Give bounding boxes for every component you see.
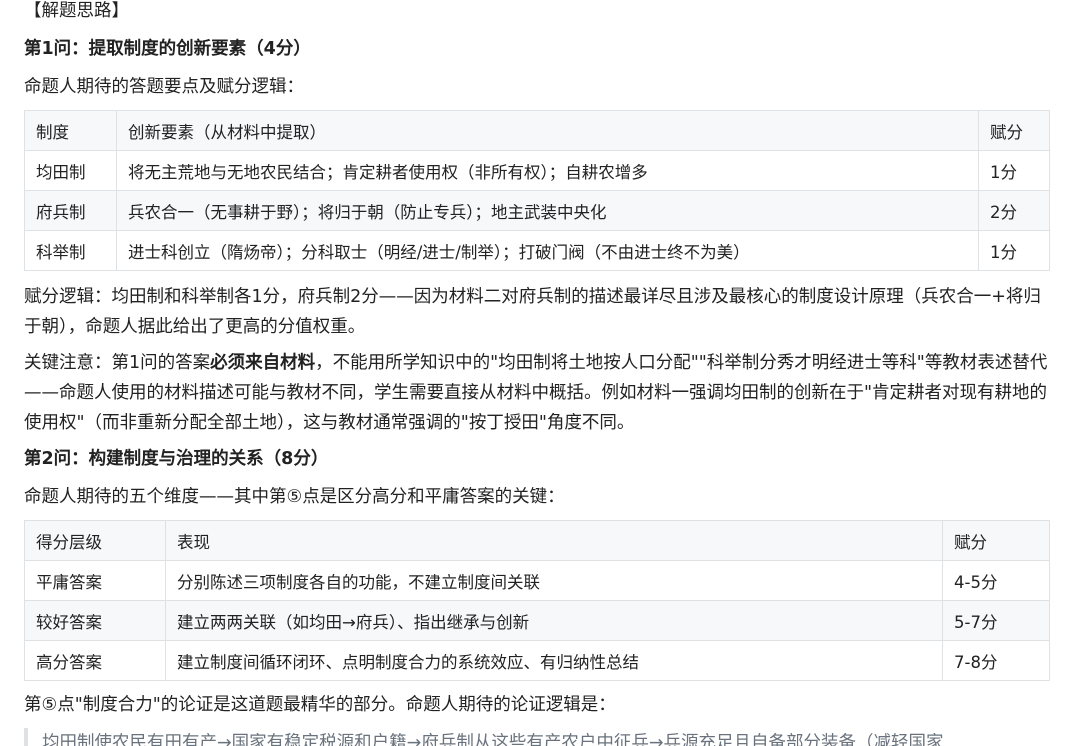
q2-cell: 4-5分 — [942, 560, 1050, 601]
q2-heading: 第2问：构建制度与治理的关系（8分） — [24, 449, 329, 469]
q2-table: 得分层级 表现 赋分 平庸答案 分别陈述三项制度各自的功能，不建立制度间关联 4… — [24, 520, 1050, 681]
q2-table-header-row: 得分层级 表现 赋分 — [24, 520, 1050, 561]
q1-cell: 2分 — [978, 190, 1050, 231]
q1-heading: 第1问：提取制度的创新要素（4分） — [24, 39, 311, 59]
q1-scoring-logic: 赋分逻辑：均田制和科举制各1分，府兵制2分——因为材料二对府兵制的描述最详尽且涉… — [24, 287, 1041, 337]
q2-cell: 平庸答案 — [24, 560, 166, 601]
q1-key-note-emphasis: 必须来自材料 — [210, 353, 316, 373]
q2-cell: 高分答案 — [24, 640, 166, 681]
document-page: 【解题思路】 第1问：提取制度的创新要素（4分） 命题人期待的答题要点及赋分逻辑… — [0, 0, 1080, 746]
q2-col-header: 表现 — [165, 520, 943, 561]
q1-table-header-row: 制度 创新要素（从材料中提取） 赋分 — [24, 110, 1050, 151]
q2-col-header: 得分层级 — [24, 520, 166, 561]
q1-key-note-before: 关键注意：第1问的答案 — [24, 353, 211, 373]
q2-cell: 7-8分 — [942, 640, 1050, 681]
q2-point5-intro: 第⑤点"制度合力"的论证是这道题最精华的部分。命题人期待的论证逻辑是： — [24, 695, 616, 715]
q2-cell: 较好答案 — [24, 600, 166, 641]
q1-cell: 将无主荒地与无地农民结合；肯定耕者使用权（非所有权）；自耕农增多 — [116, 150, 979, 191]
q2-cell: 分别陈述三项制度各自的功能，不建立制度间关联 — [165, 560, 943, 601]
q1-cell: 府兵制 — [24, 190, 117, 231]
q1-table: 制度 创新要素（从材料中提取） 赋分 均田制 将无主荒地与无地农民结合；肯定耕者… — [24, 110, 1050, 271]
q2-col-header: 赋分 — [942, 520, 1050, 561]
q2-cell: 5-7分 — [942, 600, 1050, 641]
table-row: 较好答案 建立两两关联（如均田→府兵）、指出继承与创新 5-7分 — [24, 600, 1050, 641]
table-row: 科举制 进士科创立（隋炀帝）；分科取士（明经/进士/制举）；打破门阀（不由进士终… — [24, 230, 1050, 271]
q2-intro: 命题人期待的五个维度——其中第⑤点是区分高分和平庸答案的关键： — [24, 487, 565, 507]
q1-cell: 进士科创立（隋炀帝）；分科取士（明经/进士/制举）；打破门阀（不由进士终不为美） — [116, 230, 979, 271]
q1-cell: 兵农合一（无事耕于野）；将归于朝（防止专兵）；地主武装中央化 — [116, 190, 979, 231]
section-title: 【解题思路】 — [24, 1, 129, 21]
q1-cell: 1分 — [978, 150, 1050, 191]
q1-key-note: 关键注意：第1问的答案必须来自材料，不能用所学知识中的"均田制将土地按人口分配"… — [24, 348, 1050, 438]
q1-col-header: 赋分 — [978, 110, 1050, 151]
q2-blockquote: 均田制使农民有田有产→国家有稳定税源和户籍→府兵制从这些有产农户中征兵→兵源充足… — [24, 728, 1080, 746]
q1-col-header: 制度 — [24, 110, 117, 151]
q2-cell: 建立制度间循环闭环、点明制度合力的系统效应、有归纳性总结 — [165, 640, 943, 681]
q1-intro: 命题人期待的答题要点及赋分逻辑： — [24, 77, 304, 97]
q1-cell: 1分 — [978, 230, 1050, 271]
q1-cell: 科举制 — [24, 230, 117, 271]
q2-cell: 建立两两关联（如均田→府兵）、指出继承与创新 — [165, 600, 943, 641]
table-row: 均田制 将无主荒地与无地农民结合；肯定耕者使用权（非所有权）；自耕农增多 1分 — [24, 150, 1050, 191]
q1-cell: 均田制 — [24, 150, 117, 191]
table-row: 高分答案 建立制度间循环闭环、点明制度合力的系统效应、有归纳性总结 7-8分 — [24, 640, 1050, 681]
q1-col-header: 创新要素（从材料中提取） — [116, 110, 979, 151]
table-row: 府兵制 兵农合一（无事耕于野）；将归于朝（防止专兵）；地主武装中央化 2分 — [24, 190, 1050, 231]
table-row: 平庸答案 分别陈述三项制度各自的功能，不建立制度间关联 4-5分 — [24, 560, 1050, 601]
